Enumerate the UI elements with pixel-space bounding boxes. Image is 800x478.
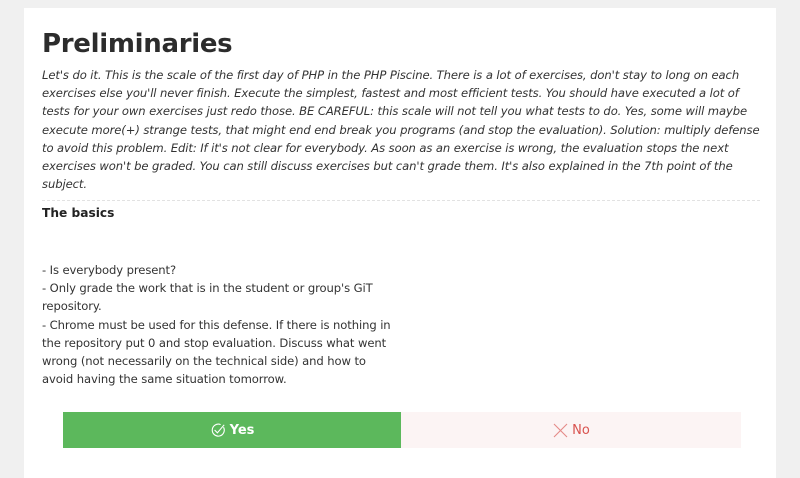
no-label: No [572,422,590,438]
close-icon [552,422,568,438]
guidelines-list: - Is everybody present? - Only grade the… [42,261,392,388]
guideline-item: - Chrome must be used for this defense. … [42,317,391,387]
yes-label: Yes [229,422,255,438]
guideline-item: - Is everybody present? [42,263,177,277]
scale-description: Let's do it. This is the scale of the fi… [42,68,760,192]
no-button[interactable]: No [401,412,741,448]
guideline-item: - Only grade the work that is in the stu… [42,281,373,314]
section-title: The basics [42,206,115,220]
section-divider [42,200,760,201]
yes-button[interactable]: Yes [63,412,401,448]
check-circle-icon [210,422,226,438]
scale-card: Preliminaries Let's do it. This is the s… [24,8,776,478]
page-title: Preliminaries [42,29,233,59]
